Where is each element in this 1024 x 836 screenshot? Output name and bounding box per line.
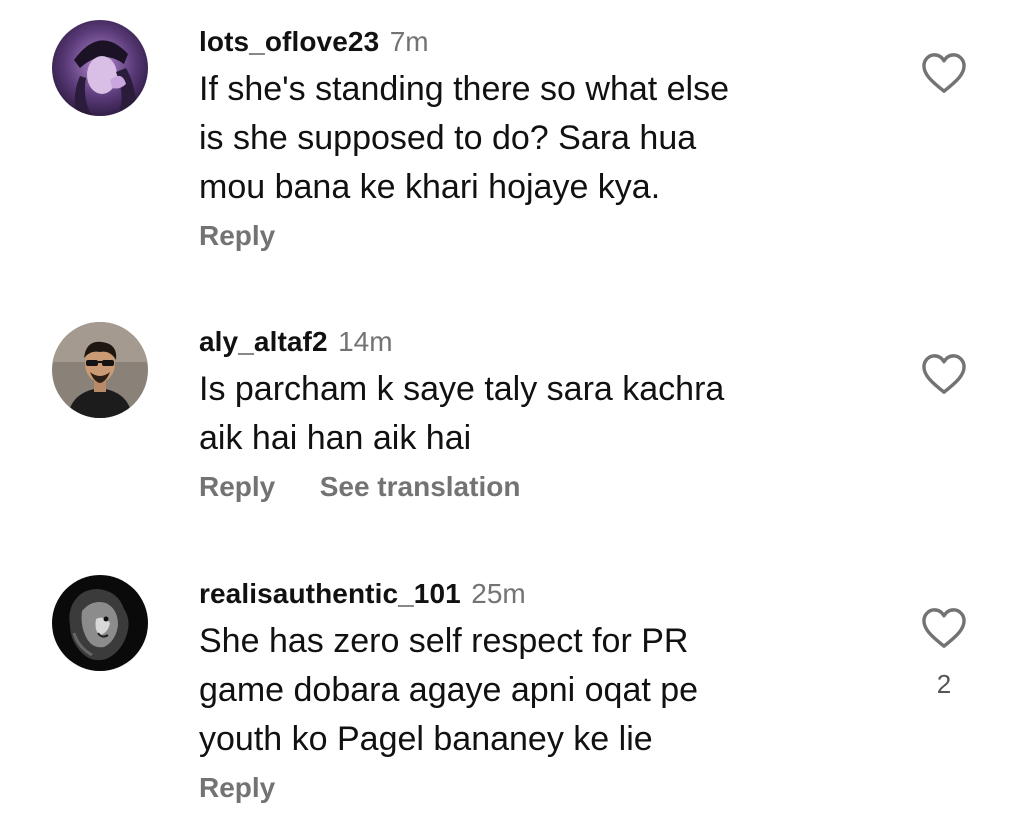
heart-outline-icon xyxy=(922,53,966,93)
comment-text: Is parcham k saye taly sara kachra aik h… xyxy=(199,370,725,457)
like-button[interactable]: 2 xyxy=(920,607,968,700)
heart-outline-icon xyxy=(922,354,966,394)
avatar[interactable] xyxy=(52,322,148,418)
comment-text: If she's standing there so what else is … xyxy=(199,70,730,206)
avatar[interactable] xyxy=(52,20,148,116)
see-translation-button[interactable]: See translation xyxy=(320,471,521,502)
reply-button[interactable]: Reply xyxy=(199,220,275,251)
comment-actions: Reply xyxy=(199,214,859,258)
comment-item: aly_altaf2 14m Is parcham k saye taly sa… xyxy=(0,300,1024,550)
comment-meta: lots_oflove23 7m xyxy=(199,25,859,59)
like-button[interactable] xyxy=(920,52,968,94)
avatar[interactable] xyxy=(52,575,148,671)
avatar-photo-icon xyxy=(52,322,148,418)
comment-actions: Reply xyxy=(199,766,859,810)
comment-actions: Reply See translation xyxy=(199,465,859,509)
timestamp: 7m xyxy=(389,26,429,57)
reply-button[interactable]: Reply xyxy=(199,772,275,803)
comment-item: realisauthentic_101 25m She has zero sel… xyxy=(0,552,1024,836)
timestamp: 14m xyxy=(338,326,393,357)
comment-text: She has zero self respect for PR game do… xyxy=(199,622,699,758)
timestamp: 25m xyxy=(471,578,526,609)
reply-button[interactable]: Reply xyxy=(199,471,275,502)
comment-meta: realisauthentic_101 25m xyxy=(199,577,859,611)
comment-meta: aly_altaf2 14m xyxy=(199,325,859,359)
username-link[interactable]: realisauthentic_101 xyxy=(199,578,461,609)
heart-outline-icon xyxy=(922,608,966,648)
username-link[interactable]: aly_altaf2 xyxy=(199,326,328,357)
comment-item: lots_oflove23 7m If she's standing there… xyxy=(0,0,1024,300)
avatar-photo-icon xyxy=(52,20,148,116)
avatar-photo-icon xyxy=(52,575,148,671)
like-button[interactable] xyxy=(920,353,968,395)
like-count: 2 xyxy=(936,669,952,699)
username-link[interactable]: lots_oflove23 xyxy=(199,26,379,57)
